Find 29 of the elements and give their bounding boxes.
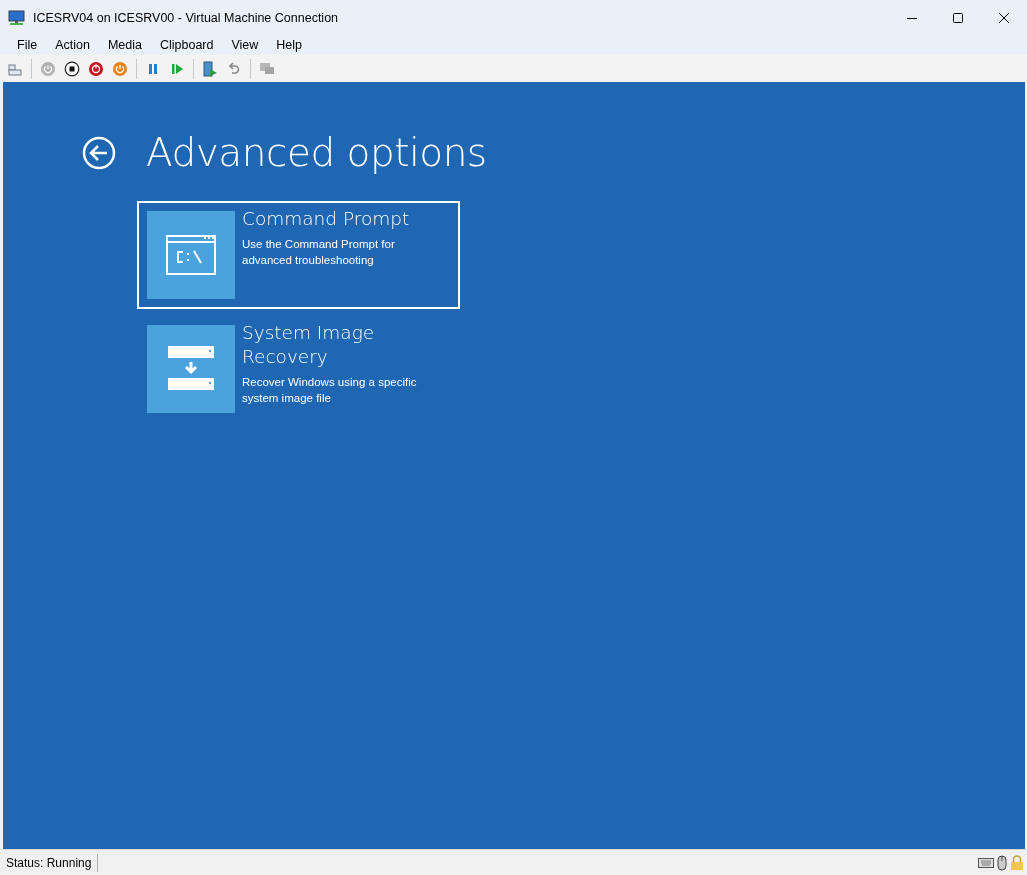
monitor-icon	[8, 9, 25, 26]
page-heading: Advanced options	[146, 130, 487, 175]
power-icon	[88, 60, 104, 77]
option-title: Command Prompt	[242, 207, 411, 231]
menu-item[interactable]: Action	[46, 38, 99, 52]
window-title: ICESRV04 on ICESRV00 - Virtual Machine Connection	[33, 10, 339, 25]
mouse-icon	[997, 854, 1007, 871]
power-icon	[40, 60, 56, 77]
menu-item[interactable]: View	[222, 38, 268, 52]
undo-arrow-icon	[226, 60, 242, 77]
option-tile[interactable]: Command Prompt Use the Command Prompt for advanced troubleshooting	[137, 201, 460, 309]
keyboard-icon	[978, 856, 994, 869]
status-text: Status: Running	[0, 853, 99, 872]
menu-item[interactable]: File	[8, 38, 47, 52]
option-tile[interactable]: System Image Recovery Recover Windows using a specific system image file	[137, 315, 460, 423]
drive-restore-icon	[167, 345, 215, 393]
menu-item[interactable]: Clipboard	[150, 38, 223, 52]
option-description: Recover Windows using a specific system image file	[242, 375, 418, 406]
option-description: Use the Command Prompt for advanced troubleshooting	[242, 237, 396, 268]
lock-icon	[1010, 854, 1024, 871]
option-title: System Image Recovery	[242, 321, 376, 369]
server-icon	[202, 60, 218, 77]
maximize-icon	[953, 12, 963, 23]
menu-item[interactable]: Help	[267, 38, 312, 52]
stop-icon	[64, 60, 80, 77]
console-window-icon	[166, 235, 216, 275]
menu-item[interactable]: Media	[98, 38, 151, 52]
power-icon	[112, 60, 128, 77]
close-icon	[999, 12, 1009, 23]
